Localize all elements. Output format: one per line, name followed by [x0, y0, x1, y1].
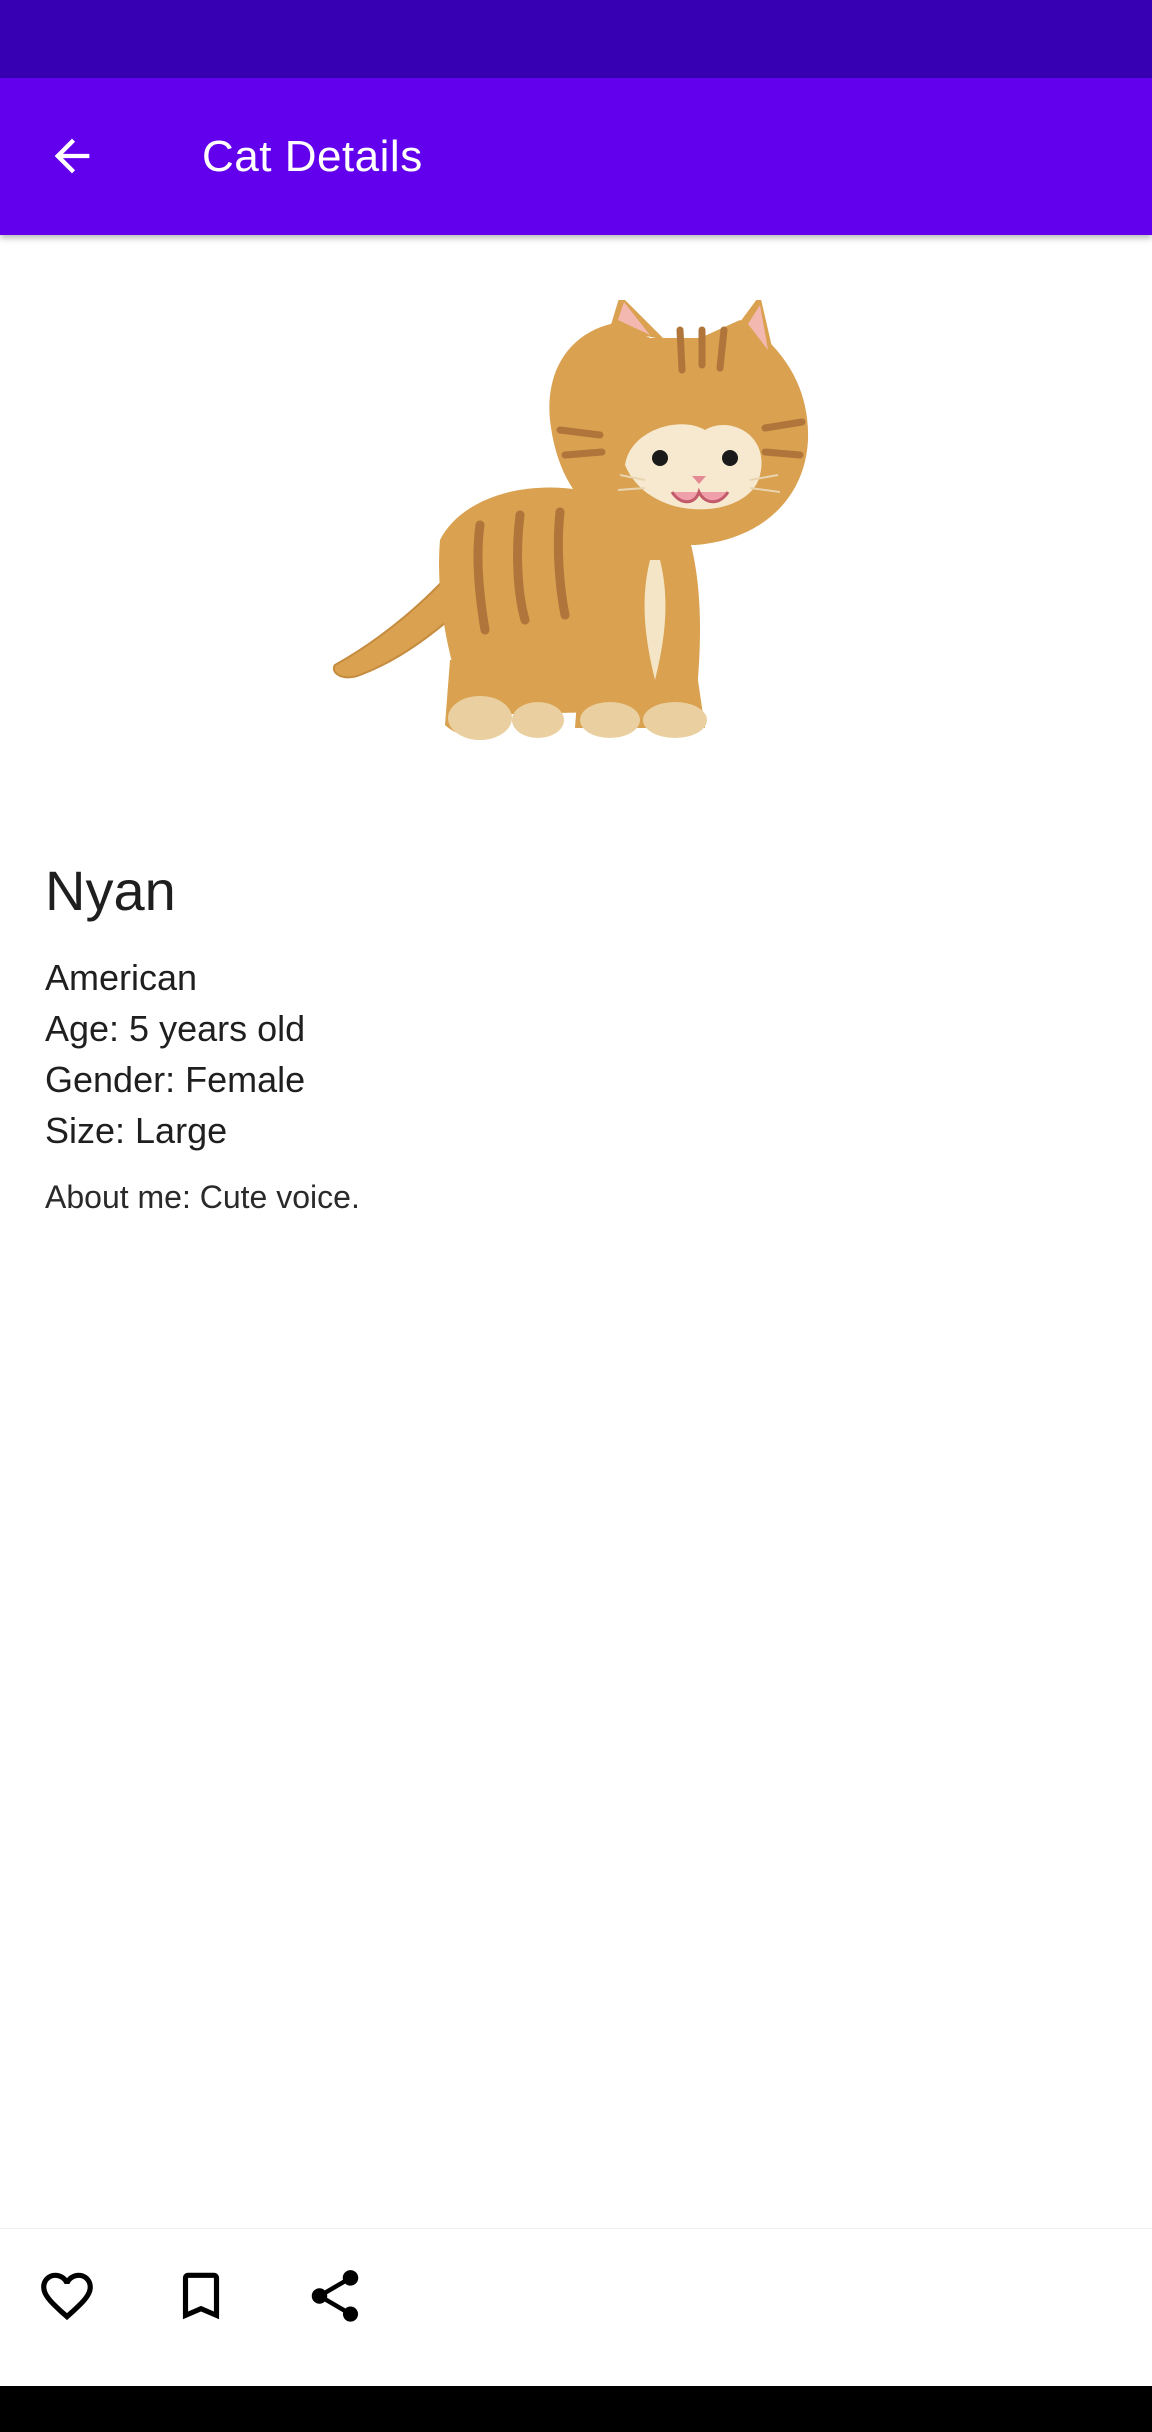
gender-text: Gender: Female [45, 1059, 306, 1100]
page-title: Cat Details [202, 132, 423, 181]
age-text: Age: 5 years old [45, 1008, 306, 1049]
size-text: Size: Large [45, 1110, 228, 1151]
app-bar: Cat Details [0, 78, 1152, 235]
about-text: About me: Cute voice. [45, 1179, 360, 1215]
bottom-action-bar [0, 2228, 1152, 2387]
cat-name: Nyan [45, 859, 176, 922]
share-button[interactable] [290, 2251, 380, 2341]
cat-details: American Age: 5 years old Gender: Female… [45, 952, 305, 1156]
share-icon [311, 2270, 359, 2322]
arrow-back-icon [54, 138, 90, 174]
system-navigation-bar [0, 2386, 1152, 2432]
back-button[interactable] [32, 116, 112, 196]
bookmark-outline-icon [182, 2272, 220, 2320]
like-button[interactable] [22, 2251, 112, 2341]
breed-text: American [45, 957, 198, 998]
bookmark-button[interactable] [156, 2251, 246, 2341]
status-bar [0, 0, 1152, 78]
cat-image [320, 295, 840, 760]
heart-outline-icon [41, 2272, 93, 2321]
